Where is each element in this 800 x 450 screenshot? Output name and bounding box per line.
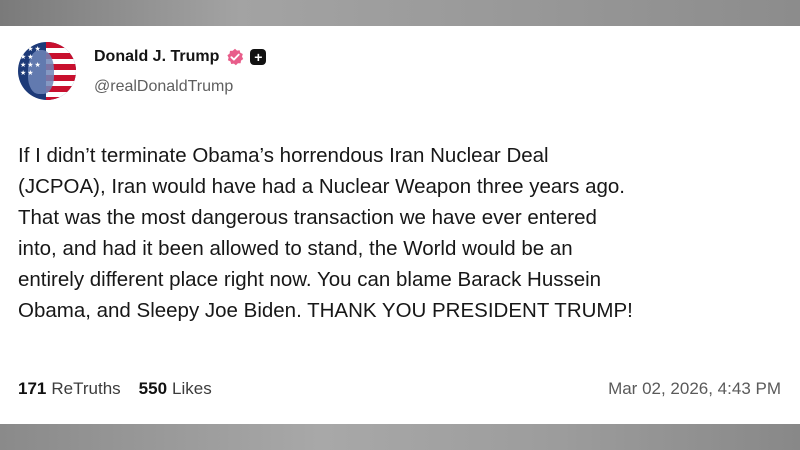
avatar[interactable]: ★★★ ★★ ★★★ ★★	[18, 42, 76, 100]
avatar-stars-icon: ★★★ ★★ ★★★ ★★	[20, 46, 42, 77]
plus-badge-icon: +	[250, 49, 267, 65]
verified-badge-icon	[226, 48, 244, 66]
background-top-strip	[0, 0, 800, 26]
background-bottom-strip	[0, 424, 800, 450]
post-stats: 171 ReTruths 550 Likes	[18, 379, 212, 399]
author-name-row: Donald J. Trump +	[94, 46, 267, 68]
post-card: ★★★ ★★ ★★★ ★★ Donald J. Trump + @realDon…	[0, 26, 800, 424]
retruths-count[interactable]: 171	[18, 379, 46, 399]
author-display-name[interactable]: Donald J. Trump	[94, 48, 219, 66]
post-timestamp[interactable]: Mar 02, 2026, 4:43 PM	[608, 379, 781, 399]
likes-count[interactable]: 550	[139, 379, 167, 399]
author-handle[interactable]: @realDonaldTrump	[94, 78, 233, 96]
post-body-text: If I didn’t terminate Obama’s horrendous…	[18, 144, 633, 322]
retruths-label[interactable]: ReTruths	[51, 379, 120, 399]
likes-label[interactable]: Likes	[172, 379, 212, 399]
